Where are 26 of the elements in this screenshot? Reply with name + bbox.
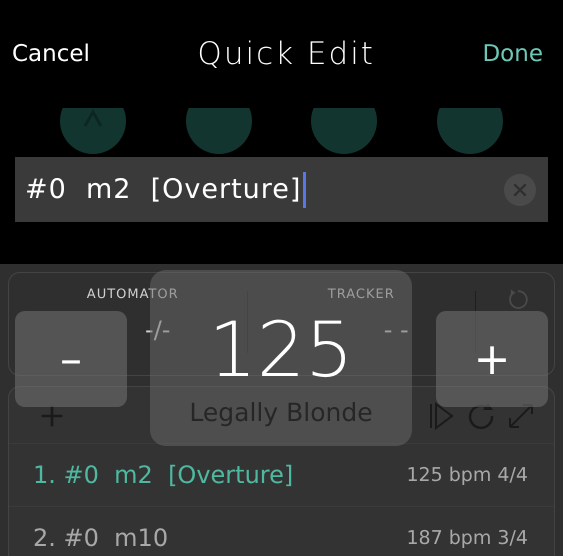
screen-title: Quick Edit xyxy=(197,36,375,72)
add-icon[interactable] xyxy=(39,403,65,429)
cancel-button[interactable]: Cancel xyxy=(12,41,90,67)
clear-icon[interactable] xyxy=(504,174,536,206)
song-meta: 187 bpm 3/4 xyxy=(406,527,528,549)
increase-button[interactable]: + xyxy=(436,311,548,407)
tracker-label: TRACKER xyxy=(328,287,395,302)
circle-button[interactable] xyxy=(437,108,504,154)
name-field[interactable]: #0 m2 [Overture] xyxy=(15,157,548,222)
circle-button[interactable] xyxy=(311,108,378,154)
loop-icon[interactable] xyxy=(466,401,496,431)
song-meta: 125 bpm 4/4 xyxy=(406,464,528,486)
song-title: 1. #0 m2 [Overture] xyxy=(33,461,294,489)
decrease-button[interactable]: – xyxy=(15,311,127,407)
song-row[interactable]: 2. #0 m10 187 bpm 3/4 xyxy=(9,506,554,556)
expand-icon[interactable] xyxy=(506,401,536,431)
done-button[interactable]: Done xyxy=(482,41,543,67)
tracker-value: - - xyxy=(384,316,409,344)
song-title: 2. #0 m10 xyxy=(33,524,168,552)
reset-icon[interactable] xyxy=(506,287,530,311)
circle-button[interactable] xyxy=(186,108,252,154)
song-row[interactable]: 1. #0 m2 [Overture] 125 bpm 4/4 xyxy=(9,443,554,506)
automator-value: -/- xyxy=(145,316,170,344)
automator-label: AUTOMATOR xyxy=(86,287,179,302)
tempo-value: 125 xyxy=(208,312,354,388)
caret-circle-button[interactable] xyxy=(60,108,126,154)
